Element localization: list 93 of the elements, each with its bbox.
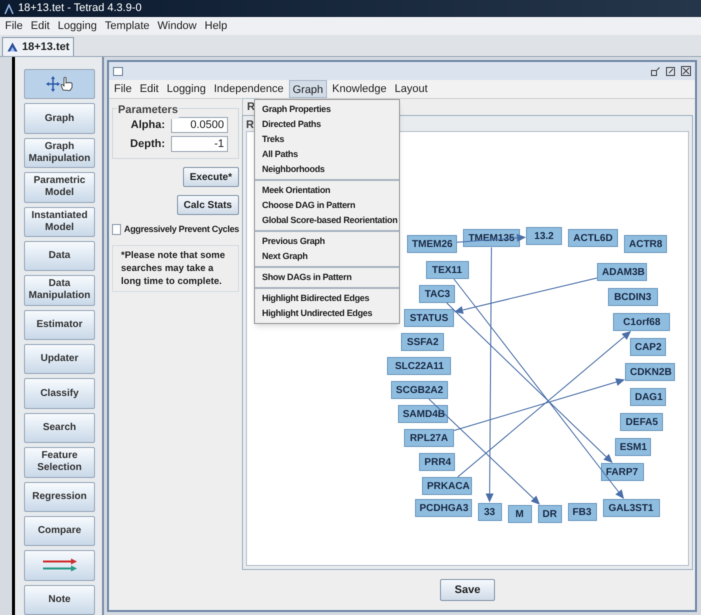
variable-node[interactable]: DAG1 [630,388,666,406]
menu-item[interactable]: Global Score-based Reorientation [255,213,399,228]
menu-item[interactable]: Knowledge [329,80,390,98]
close-icon[interactable] [681,66,691,76]
menu-item[interactable]: Next Graph [255,249,399,264]
menu-item[interactable]: Show DAGs in Pattern [255,270,399,285]
group-title: Parameters [117,102,179,118]
toolbox-button[interactable]: Graph Manipulation [24,138,95,168]
variable-node[interactable]: ACTR8 [624,235,667,253]
variable-node[interactable]: C1orf68 [613,313,670,331]
toolbox-button[interactable]: Instantiated Model [24,206,95,237]
move-tool-button[interactable] [24,69,95,100]
menu-item[interactable]: Highlight Bidirected Edges [255,291,399,306]
toolbox-button[interactable]: Data Manipulation [24,275,95,306]
variable-node[interactable]: CDKN2B [625,363,675,381]
window-title: 18+13.tet - Tetrad 4.3.9-0 [18,1,142,16]
menu-item[interactable]: Logging [56,18,98,34]
toolbox-button[interactable]: Updater [24,344,95,374]
menu-item[interactable]: All Paths [255,147,399,162]
restore-icon[interactable] [651,66,660,76]
menu-item[interactable]: Choose DAG in Pattern [255,198,399,213]
menu-item[interactable]: File [111,80,135,98]
toolbox-button[interactable]: Note [24,584,95,615]
edge-tool-button[interactable] [24,550,95,581]
menu-item[interactable]: Directed Paths [255,117,399,132]
variable-node[interactable]: 33 [478,502,502,521]
variable-node[interactable]: TEX11 [426,261,468,279]
action-button[interactable]: Execute* [182,167,239,187]
menu-item[interactable]: Meek Orientation [255,183,399,198]
variable-node[interactable]: PCDHGA3 [414,499,472,517]
toolbox-button[interactable]: Compare [24,516,95,546]
toolbox-button[interactable]: Feature Selection [24,447,95,478]
variable-node[interactable]: M [508,504,532,523]
arrows-icon [42,558,76,572]
menu-item[interactable]: Template [104,18,150,34]
variable-node[interactable]: ACTL6D [568,229,618,248]
toolbox-button[interactable]: Estimator [24,310,95,340]
app-logo-icon [7,42,18,52]
checkbox-label: Aggressively Prevent Cycles [124,223,239,236]
menu-item[interactable]: Previous Graph [255,234,399,249]
maximize-icon[interactable] [666,66,675,76]
variable-node[interactable]: STATUS [404,309,454,327]
move-hand-icon [44,75,74,94]
toolbox-button[interactable]: Classify [24,378,95,409]
variable-node[interactable]: SAMD4B [398,405,448,423]
variable-node[interactable]: DR [538,504,562,523]
variable-node[interactable]: DEFA5 [620,413,664,431]
menu-item[interactable]: Edit [30,18,51,34]
variable-node[interactable]: RPL27A [404,429,454,447]
variable-node[interactable]: SLC22A11 [387,357,452,375]
field-label: Alpha: [130,118,165,133]
variable-node[interactable]: BCDIN3 [608,288,658,306]
result-label: R [246,119,254,131]
input-field[interactable]: 0.0500 [171,117,228,134]
menu-item[interactable]: Logging [164,80,209,98]
variable-node[interactable]: TMEM26 [407,235,457,253]
window-icon [113,66,123,76]
variable-node[interactable]: PRR4 [419,453,456,471]
field-label: Depth: [130,136,165,152]
menu-item[interactable]: Graph [288,80,328,98]
variable-node[interactable]: TAC3 [419,285,456,303]
menu-item[interactable]: Edit [136,80,162,98]
menu-item[interactable]: Neighborhoods [255,162,399,177]
variable-node[interactable]: ADAM3B [597,263,647,281]
variable-node[interactable]: FARP7 [600,463,644,481]
checkbox[interactable] [112,224,122,236]
menu-item[interactable]: Highlight Undirected Edges [255,306,399,321]
menu-item[interactable]: File [4,18,24,34]
variable-node[interactable]: ESM1 [614,438,651,456]
edge-arrow [456,234,526,243]
toolbox-button[interactable]: Search [24,412,95,444]
variable-node[interactable]: SCGB2A2 [390,381,448,399]
menu-item[interactable]: Help [204,18,228,34]
variable-node[interactable]: 13.2 [526,227,562,245]
document-tab[interactable]: 18+13.tet [2,37,74,56]
menu-item[interactable]: Layout [392,80,431,98]
variable-node[interactable]: SSFA2 [401,333,444,351]
action-button[interactable]: Calc Stats [176,195,239,215]
input-field[interactable]: -1 [171,136,228,152]
menu-item[interactable]: Treks [255,132,399,147]
menu-item[interactable]: Independence [210,80,287,98]
variable-node[interactable]: FB3 [568,502,596,521]
toolbox-button[interactable]: Parametric Model [24,172,95,202]
toolbox-button[interactable]: Regression [24,482,95,512]
variable-node[interactable]: CAP2 [630,338,666,356]
variable-node[interactable]: GAL3ST1 [602,499,660,517]
save-button[interactable]: Save [440,579,496,601]
variable-node[interactable]: PRKACA [422,477,472,495]
app-logo-icon [4,4,14,14]
toolbox-button[interactable]: Data [24,240,95,272]
toolbox-button[interactable]: Graph [24,103,95,134]
menu-item[interactable]: Window [156,18,198,34]
note-text: *Please note that some searches may take a long time to complete. [121,248,226,288]
